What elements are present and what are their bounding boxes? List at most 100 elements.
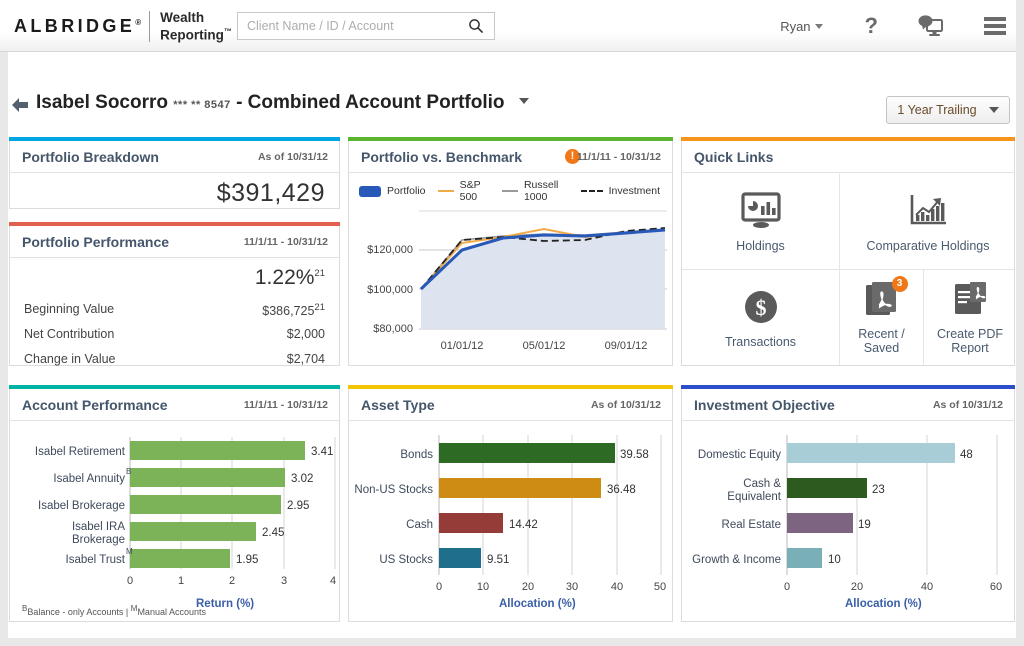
legend-item-portfolio[interactable]: Portfolio	[359, 185, 426, 197]
bar-cash-equivalent	[787, 478, 867, 498]
header-actions: Ryan ?	[780, 0, 1010, 52]
legend-item-investment[interactable]: Investment	[580, 185, 660, 197]
breadcrumb-separator: -	[236, 92, 243, 113]
panel-title: Portfolio vs. Benchmark	[361, 149, 523, 165]
change-in-value-row: Change in Value $2,704	[24, 352, 325, 366]
net-contribution-row: Net Contribution $2,000	[24, 327, 325, 341]
breadcrumb-account-mask: *** ** 8547	[173, 99, 231, 111]
chat-monitor-icon[interactable]	[918, 15, 944, 37]
quick-link-label: Create PDF Report	[937, 327, 1003, 355]
x-tick-label: 09/01/12	[605, 340, 648, 352]
x-tick-label: 0	[127, 575, 133, 587]
bar-value-label: 2.45	[262, 527, 284, 539]
bar-category-label: Isabel Brokerage	[38, 500, 125, 512]
legend-label: Investment	[608, 185, 660, 197]
back-arrow-icon[interactable]	[10, 96, 30, 114]
bar-value-label: 10	[828, 554, 841, 566]
asset-type-panel: Asset Type As of 10/31/12 39.58 36.48 14…	[348, 385, 673, 622]
bar-category-label: Non-US Stocks	[354, 484, 433, 496]
bar-growth-income	[787, 548, 822, 568]
quick-link-transactions[interactable]: $ Transactions	[682, 270, 839, 365]
svg-text:$: $	[755, 295, 766, 320]
portfolio-breakdown-panel: Portfolio Breakdown As of 10/31/12 $391,…	[9, 137, 340, 209]
bar-category-sup: B	[126, 467, 131, 476]
bar-category-label: Growth & Income	[692, 554, 781, 566]
investment-objective-panel: Investment Objective As of 10/31/12 48 2…	[681, 385, 1015, 622]
bar-value-label: 14.42	[509, 519, 538, 531]
panel-header: Asset Type As of 10/31/12	[349, 389, 672, 421]
bar-value-label: 19	[858, 519, 871, 531]
breadcrumb-client-name[interactable]: Isabel Socorro	[36, 92, 168, 113]
legend-line-icon	[437, 189, 454, 193]
bar-value-label: 3.41	[311, 446, 333, 458]
x-tick-label: 3	[281, 575, 287, 587]
brand-divider	[149, 11, 151, 43]
x-tick-label: 4	[330, 575, 336, 587]
quick-link-label-line1: Create PDF	[937, 326, 1003, 341]
x-axis-title: Allocation (%)	[845, 598, 922, 610]
panel-date-label: 11/1/11 - 10/31/12	[243, 236, 328, 248]
user-menu[interactable]: Ryan	[780, 18, 823, 34]
x-tick-label: 1	[178, 575, 184, 587]
quick-link-recent-saved[interactable]: 3 Recent / Saved	[840, 270, 923, 365]
bar-real-estate	[787, 513, 853, 533]
brand-name: ALBRIDGE®	[14, 16, 141, 37]
period-selector[interactable]: 1 Year Trailing	[886, 96, 1010, 124]
quick-link-label-line2: Report	[951, 340, 989, 355]
legend-item-sp500[interactable]: S&P 500	[437, 179, 490, 203]
bar-category-label: Cash &	[743, 478, 781, 490]
x-tick-label: 01/01/12	[441, 340, 484, 352]
bar-category-sup: M	[126, 547, 133, 556]
pdf-create-icon	[955, 281, 986, 314]
benchmark-line-chart: $120,000 $100,000 $80,000 01/01/12 05/01…	[367, 210, 667, 352]
portfolio-total-value: $391,429	[216, 179, 325, 207]
bar-isabel-brokerage	[130, 495, 281, 514]
return-footnote-sup: 21	[314, 268, 325, 279]
row-value: $2,000	[286, 327, 325, 341]
account-performance-bar-chart: 3.41 3.02 2.95 2.45 1.95 Isabel Retireme…	[35, 437, 336, 587]
quick-link-label: Comparative Holdings	[866, 238, 990, 253]
beginning-value-row: Beginning Value $386,72521	[24, 302, 325, 318]
footnote-b-text: Balance - only Accounts |	[27, 607, 129, 617]
panel-header: Investment Objective As of 10/31/12	[682, 389, 1014, 421]
x-tick-label: 40	[611, 581, 623, 593]
bar-category-label: Brokerage	[72, 534, 125, 546]
x-tick-label: 60	[990, 581, 1002, 593]
quick-link-comparative-holdings[interactable]: Comparative Holdings	[840, 174, 1016, 269]
chart-footnote: BBalance - only Accounts | MManual Accou…	[22, 604, 206, 617]
search-box[interactable]	[237, 12, 495, 40]
page-edge-right	[1016, 0, 1024, 646]
bar-isabel-trust	[130, 549, 230, 568]
legend-item-russell1000[interactable]: Russell 1000	[501, 179, 569, 203]
chevron-down-icon[interactable]	[518, 98, 529, 104]
bar-category-label: Equivalent	[727, 491, 782, 503]
bar-non-us-stocks	[439, 478, 601, 498]
quick-link-label-line2: Saved	[863, 340, 900, 355]
legend-label: Portfolio	[387, 185, 426, 197]
breadcrumb-view-name[interactable]: Combined Account Portfolio	[248, 92, 505, 113]
panel-header: Quick Links	[682, 141, 1014, 173]
quick-link-holdings[interactable]: Holdings	[682, 174, 839, 269]
panel-date-label: As of 10/31/12	[932, 399, 1003, 411]
legend-label: Russell 1000	[523, 179, 559, 203]
x-tick-label: 10	[477, 581, 489, 593]
quick-link-label: Holdings	[736, 238, 785, 253]
x-tick-label: 0	[436, 581, 442, 593]
x-tick-label: 20	[851, 581, 863, 593]
help-icon[interactable]: ?	[865, 13, 878, 39]
investment-objective-bar-chart: 48 23 19 10 Domestic Equity Cash & Equiv…	[692, 435, 1002, 593]
y-tick-label: $120,000	[367, 244, 413, 256]
legend-swatch-icon	[359, 185, 381, 197]
user-name-label: Ryan	[780, 18, 811, 34]
search-input[interactable]	[247, 13, 462, 39]
legend-line-icon	[501, 189, 518, 193]
hamburger-menu-icon[interactable]	[984, 17, 1006, 35]
search-icon[interactable]	[468, 18, 484, 34]
legend-dashed-line-icon	[580, 190, 603, 192]
quick-links-grid: Holdings Comparative Holdings $ Transact	[682, 174, 1014, 365]
quick-link-create-pdf-report[interactable]: Create PDF Report	[924, 270, 1016, 365]
brand-logo: ALBRIDGE® Wealth Reporting™	[14, 11, 232, 43]
panel-date-label: As of 10/31/12	[257, 151, 328, 163]
row-value: $2,704	[286, 352, 325, 366]
panel-title: Portfolio Performance	[22, 234, 170, 250]
